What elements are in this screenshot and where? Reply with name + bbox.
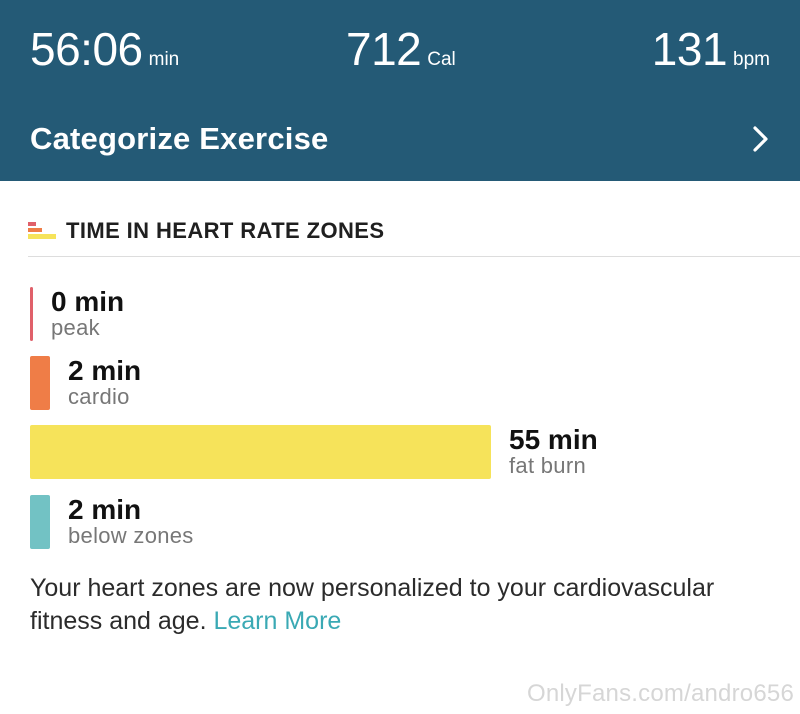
section-divider [28,256,800,257]
calories-stat: 712 Cal [346,24,456,74]
duration-stat: 56:06 min [30,24,179,74]
zone-bar [30,425,491,479]
zone-bar [30,287,33,341]
zone-row: 55 min fat burn [30,424,598,480]
zone-minutes: 0 min [51,286,125,317]
zone-text: 2 min below zones [68,496,194,548]
zone-label: fat burn [509,453,587,478]
duration-unit: min [148,49,180,70]
heart-zones-icon [28,222,56,239]
zone-text: 0 min peak [51,288,124,340]
note-text: Your heart zones are now personalized to… [30,574,715,635]
calories-value: 712 [346,23,422,75]
duration-value: 56:06 [30,23,143,75]
learn-more-link[interactable]: Learn More [213,607,341,635]
zone-minutes: 55 min [509,424,598,455]
zone-text: 55 min fat burn [509,426,598,478]
zone-bar [30,356,50,410]
zone-row: 2 min cardio [30,355,141,411]
zone-bar [30,495,50,549]
zone-row: 2 min below zones [30,494,194,550]
zone-row: 0 min peak [30,286,124,342]
workout-summary-header: 56:06 min 712 Cal 131 bpm Categorize Exe… [0,0,800,181]
zone-label: below zones [68,523,194,548]
heart-rate-stat: 131 bpm [652,24,770,74]
zone-label: peak [51,315,100,340]
categorize-exercise-label: Categorize Exercise [30,121,329,156]
section-title: TIME IN HEART RATE ZONES [66,218,385,243]
heart-rate-zones-heading: TIME IN HEART RATE ZONES [28,218,384,244]
zone-text: 2 min cardio [68,357,141,409]
heart-rate-unit: bpm [733,49,770,70]
zone-label: cardio [68,384,130,409]
watermark: OnlyFans.com/andro656 [526,680,794,707]
categorize-exercise-row[interactable]: Categorize Exercise [0,100,800,178]
calories-unit: Cal [427,49,456,70]
chevron-right-icon [753,126,768,152]
zone-minutes: 2 min [68,494,142,525]
heart-rate-value: 131 [651,23,728,75]
personalized-zones-note: Your heart zones are now personalized to… [30,572,750,638]
zone-minutes: 2 min [68,355,142,386]
